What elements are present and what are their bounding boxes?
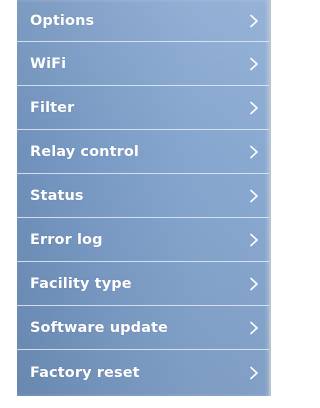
menu-item-label: Options xyxy=(30,12,95,29)
chevron-right-icon xyxy=(249,57,259,71)
chevron-right-icon xyxy=(249,189,259,203)
device-screen: Options WiFi Filter Relay control Status xyxy=(17,0,271,396)
menu-item-factory-reset[interactable]: Factory reset xyxy=(17,350,269,396)
menu-item-status[interactable]: Status xyxy=(17,174,269,218)
chevron-right-icon xyxy=(249,277,259,291)
menu-item-error-log[interactable]: Error log xyxy=(17,218,269,262)
chevron-right-icon xyxy=(249,321,259,335)
menu-item-relay-control[interactable]: Relay control xyxy=(17,130,269,174)
menu-item-facility-type[interactable]: Facility type xyxy=(17,262,269,306)
chevron-right-icon xyxy=(249,101,259,115)
menu-item-label: Software update xyxy=(30,319,168,336)
menu-item-label: Facility type xyxy=(30,275,132,292)
menu-item-label: Filter xyxy=(30,99,75,116)
menu-item-label: Status xyxy=(30,187,84,204)
menu-item-label: WiFi xyxy=(30,55,67,72)
menu-item-options[interactable]: Options xyxy=(17,0,269,42)
menu-item-label: Error log xyxy=(30,231,103,248)
settings-menu: Options WiFi Filter Relay control Status xyxy=(17,0,269,396)
chevron-right-icon xyxy=(249,14,259,28)
chevron-right-icon xyxy=(249,145,259,159)
menu-item-filter[interactable]: Filter xyxy=(17,86,269,130)
chevron-right-icon xyxy=(249,366,259,380)
chevron-right-icon xyxy=(249,233,259,247)
menu-item-label: Factory reset xyxy=(30,365,140,381)
menu-item-software-update[interactable]: Software update xyxy=(17,306,269,350)
menu-item-label: Relay control xyxy=(30,143,140,160)
menu-item-wifi[interactable]: WiFi xyxy=(17,42,269,86)
